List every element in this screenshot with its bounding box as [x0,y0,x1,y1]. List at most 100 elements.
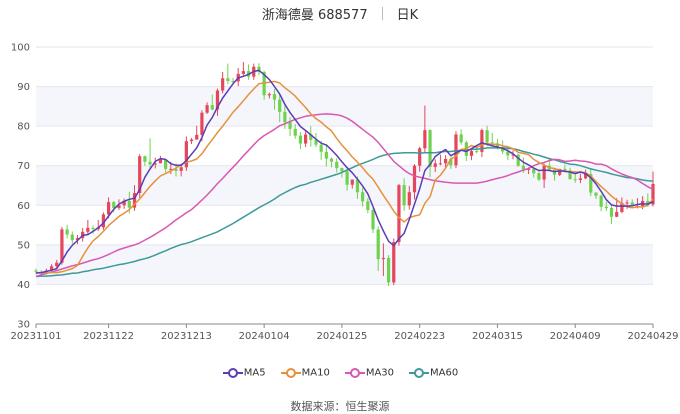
y-tick-label: 70 [17,161,30,172]
candle-body [319,144,323,152]
candle-body [386,257,391,283]
candle-body [195,134,199,140]
candle-body [91,227,95,230]
candle-body [407,192,411,206]
candle-body [469,151,474,156]
candle-body [418,148,422,166]
candle-down [324,143,328,167]
y-axis: 30 40 50 60 70 80 90 100 [11,43,30,331]
candle-body [599,195,603,207]
candle-body [475,151,479,153]
candle-down [459,129,463,145]
candle-body [578,178,583,180]
candle-body [329,158,334,162]
y-tick-label: 40 [17,280,30,291]
candle-body [428,130,432,167]
candle-body [106,202,111,215]
x-tick-label: 20240223 [394,331,445,342]
x-axis: 20231101 20231122 20231213 20240104 20240125… [11,323,678,342]
candle-body [148,161,152,165]
candle-body [340,168,344,172]
candle-up [189,138,194,144]
candle-body [350,179,354,185]
y-tick-label: 80 [17,122,30,133]
candle-body [278,99,282,112]
candlestick-chart: 30 40 50 60 70 80 90 100 20231101 20231122 202312… [11,43,679,343]
x-tick-label: 20231122 [83,331,134,342]
candle-body [459,134,463,143]
candle-body [335,161,339,169]
candle-body [283,111,287,123]
candle-up [195,125,199,140]
source-note: 数据来源：恒生聚源 [290,400,390,413]
candle-body [376,229,380,260]
candle-body [423,130,427,149]
x-tick-label: 20240104 [239,331,290,342]
candle-body [371,210,375,230]
candle-body [392,242,396,283]
candle-body [205,105,209,113]
x-tick-label: 20240409 [550,331,601,342]
candle-body [189,139,194,142]
legend-item-ma60[interactable]: MA60 [408,367,458,379]
candle-down [226,63,230,85]
candle-body [594,192,598,196]
candle-body [381,257,385,260]
candle-up [438,154,443,166]
x-tick-label: 20231101 [11,331,62,342]
legend-label: MA5 [243,367,266,379]
legend-label: MA30 [365,367,395,379]
candle-body [615,212,619,217]
chart-root: 浙海德曼 688577 日K 30 40 50 60 70 80 90 100 20231101… [0,0,680,413]
candle-body [366,201,370,211]
candle-body [288,122,292,129]
candle-body [34,270,38,272]
legend-item-ma30[interactable]: MA30 [344,367,394,379]
plot-band [36,86,653,127]
candle-body [443,158,448,164]
candle-up [454,131,458,169]
x-tick-label: 20240125 [316,331,367,342]
y-tick-label: 90 [17,82,30,93]
legend-item-ma10[interactable]: MA10 [280,367,330,379]
legend-marker [222,368,243,378]
candle-body [609,208,614,217]
candle-body [345,171,349,185]
candle-body [397,185,401,243]
y-tick-label: 30 [17,320,30,331]
plot-band [36,244,653,285]
candle-body [324,151,328,159]
candle-body [304,134,308,144]
candle-body [402,185,406,206]
candle-up [397,183,401,246]
candle-body [490,142,494,144]
candle-body [272,94,277,100]
candle-body [143,156,147,162]
candle-body [298,135,303,144]
candle-body [625,202,629,204]
legend-marker [409,368,430,378]
candle-down [143,155,147,167]
candle-body [200,112,204,135]
candle-body [361,192,365,202]
candle-down [70,231,74,244]
candle-body [65,229,69,235]
candle-down [298,132,303,150]
candle-body [226,78,230,82]
y-tick-label: 50 [17,240,30,251]
candle-body [532,168,536,174]
candle-body [127,200,131,208]
candle-body [573,179,577,181]
legend-marker [344,368,365,378]
legend-item-ma5[interactable]: MA5 [222,367,266,379]
candle-up [221,71,225,94]
candle-body [542,165,546,180]
candle-body [179,167,183,171]
candle-down [386,255,391,287]
x-tick-label: 20240315 [472,331,523,342]
candle-body [241,71,246,74]
candle-up [304,130,308,148]
candle-down [257,63,261,76]
candle-body [210,105,214,110]
candle-body [293,128,297,136]
